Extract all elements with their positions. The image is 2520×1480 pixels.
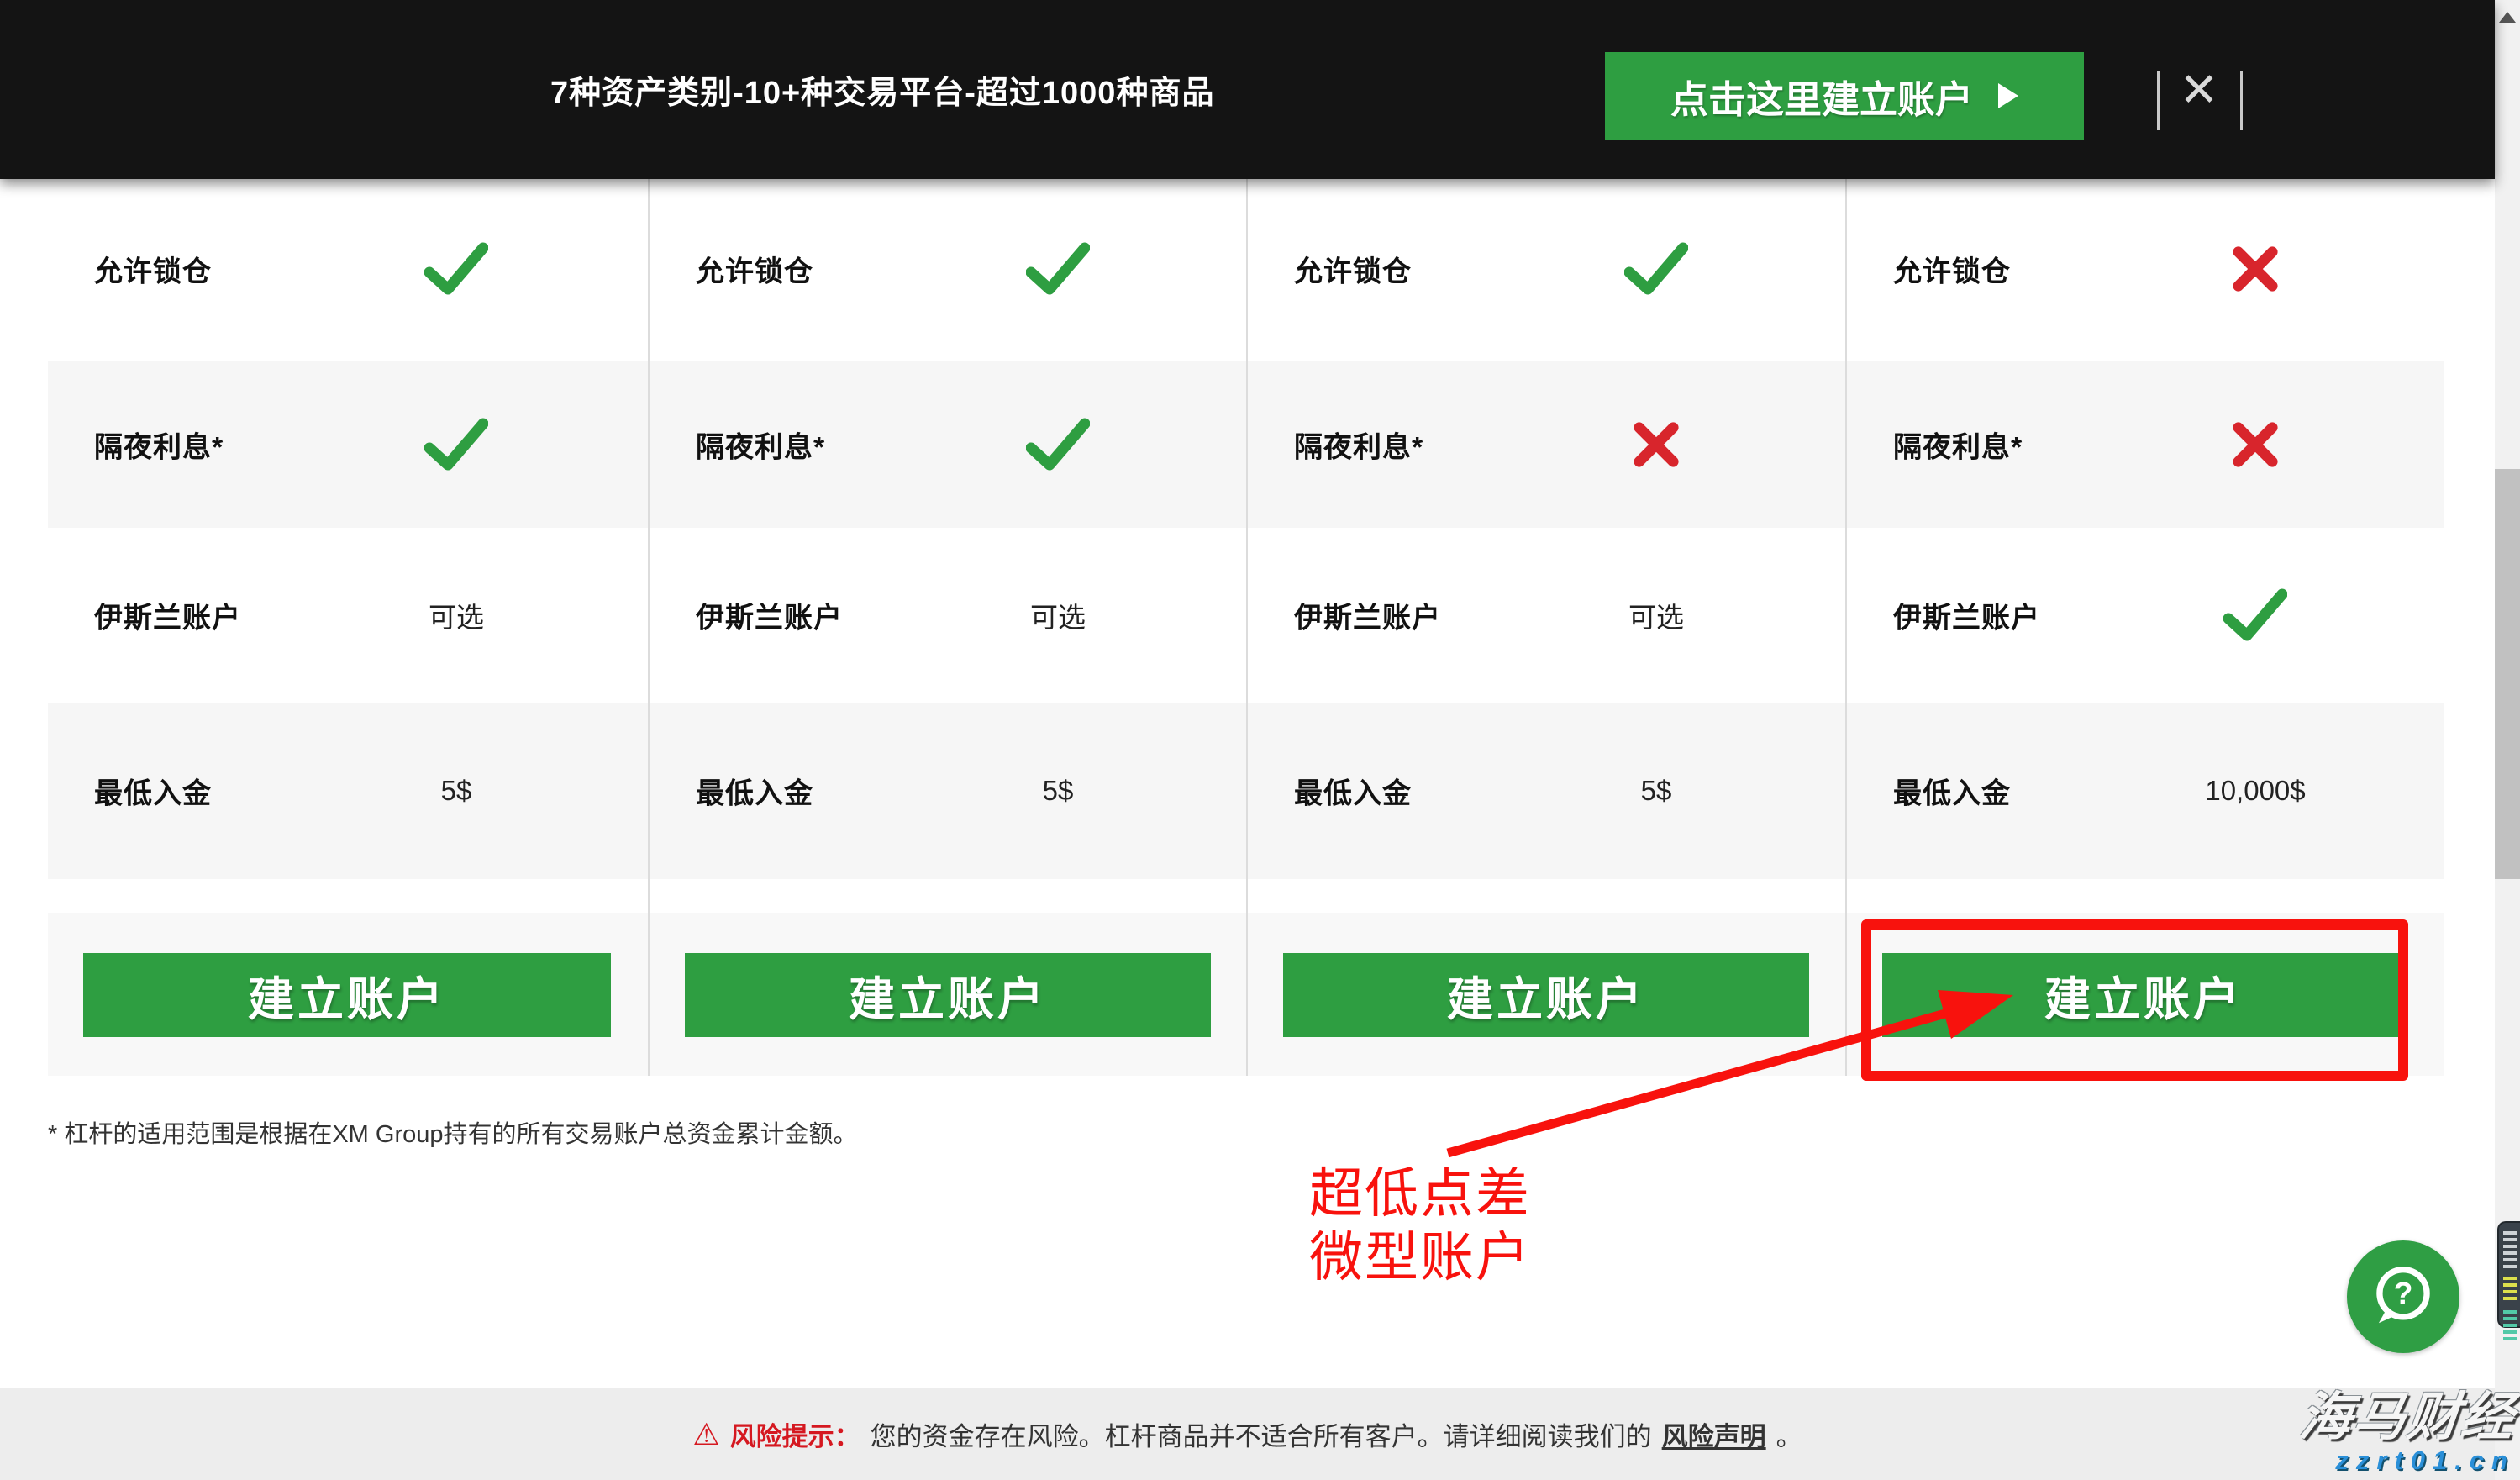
check-icon bbox=[2121, 588, 2390, 642]
check-icon bbox=[322, 418, 591, 471]
create-account-button[interactable]: 建立账户 bbox=[1283, 953, 1809, 1037]
check-icon bbox=[923, 242, 1192, 296]
svg-text:?: ? bbox=[2394, 1275, 2413, 1310]
row-label: 最低入金 bbox=[696, 777, 813, 810]
promo-top-bar: 7种资产类别-10+种交易平台-超过1000种商品 点击这里建立账户 ✕ bbox=[0, 0, 2495, 179]
annotation-text: 超低点差 微型账户 bbox=[1309, 1161, 1531, 1289]
promo-title: 7种资产类别-10+种交易平台-超过1000种商品 bbox=[550, 76, 1215, 111]
annotation-line: 超低点差 bbox=[1309, 1163, 1531, 1224]
cross-icon bbox=[1522, 420, 1791, 469]
cta-label: 点击这里建立账户 bbox=[1670, 77, 1973, 121]
row-value: 5$ bbox=[440, 775, 472, 806]
separator bbox=[2157, 71, 2160, 130]
check-icon bbox=[1522, 242, 1791, 296]
play-arrow-icon bbox=[1998, 83, 2018, 108]
risk-label: 风险提示： bbox=[729, 1422, 860, 1451]
warning-icon: ⚠ bbox=[692, 1416, 720, 1451]
highlight-box bbox=[1861, 919, 2408, 1081]
account-column: 允许锁仓隔夜利息* 伊斯兰账户 可选最低入金 5$ 建立账户 bbox=[48, 179, 648, 1076]
widget-stripes bbox=[2502, 1310, 2517, 1342]
row-value: 可选 bbox=[429, 602, 484, 633]
row-label: 伊斯兰账户 bbox=[696, 602, 843, 635]
close-icon[interactable]: ✕ bbox=[2165, 0, 2233, 179]
annotation-line: 微型账户 bbox=[1309, 1227, 1531, 1288]
risk-text: 您的资金存在风险。杠杆商品并不适合所有客户。请详细阅读我们的 bbox=[870, 1422, 1652, 1451]
scroll-up-button[interactable] bbox=[2499, 12, 2516, 23]
row-label: 最低入金 bbox=[1294, 777, 1412, 810]
check-icon bbox=[923, 418, 1192, 471]
create-account-button[interactable]: 建立账户 bbox=[83, 953, 611, 1037]
separator bbox=[2240, 71, 2243, 130]
widget-stripes bbox=[2502, 1231, 2517, 1268]
check-icon bbox=[322, 242, 591, 296]
risk-statement-link[interactable]: 风险声明 bbox=[1662, 1415, 1766, 1453]
row-value: 10,000$ bbox=[2205, 775, 2306, 806]
row-label: 隔夜利息* bbox=[1294, 431, 1424, 464]
row-label: 隔夜利息* bbox=[94, 431, 224, 464]
side-widget-tab[interactable] bbox=[2497, 1221, 2520, 1342]
row-label: 隔夜利息* bbox=[1893, 431, 2023, 464]
row-label: 伊斯兰账户 bbox=[1294, 602, 1441, 635]
risk-suffix: 。 bbox=[1776, 1422, 1802, 1451]
cross-icon bbox=[2121, 420, 2390, 469]
row-value: 5$ bbox=[1640, 775, 1672, 806]
row-label: 隔夜利息* bbox=[696, 431, 826, 464]
create-account-cta-button[interactable]: 点击这里建立账户 bbox=[1605, 52, 2084, 140]
row-value: 可选 bbox=[1030, 602, 1086, 633]
help-chat-button[interactable]: ? bbox=[2347, 1240, 2459, 1353]
row-label: 最低入金 bbox=[94, 777, 212, 810]
row-value: 可选 bbox=[1628, 602, 1684, 633]
account-column: 允许锁仓隔夜利息* 伊斯兰账户 可选最低入金 5$ 建立账户 bbox=[1248, 179, 1844, 1076]
row-label: 允许锁仓 bbox=[1294, 255, 1412, 288]
cross-icon bbox=[2121, 245, 2390, 293]
row-label: 允许锁仓 bbox=[94, 255, 212, 288]
row-label: 允许锁仓 bbox=[696, 255, 813, 288]
scrollbar-thumb[interactable] bbox=[2495, 469, 2520, 879]
row-label: 伊斯兰账户 bbox=[94, 602, 241, 635]
account-comparison-page: 允许锁仓隔夜利息* 伊斯兰账户 可选最低入金 5$ 建立账户 允许锁仓隔夜利息* 伊斯兰账户… bbox=[0, 0, 2520, 1480]
widget-stripes bbox=[2502, 1277, 2517, 1302]
leverage-footnote: * 杠杆的适用范围是根据在XM Group持有的所有交易账户总资金累计金额。 bbox=[48, 1121, 858, 1148]
row-label: 伊斯兰账户 bbox=[1893, 602, 2040, 635]
row-value: 5$ bbox=[1042, 775, 1074, 806]
row-label: 最低入金 bbox=[1893, 777, 2011, 810]
account-column: 允许锁仓隔夜利息* 伊斯兰账户 可选最低入金 5$ 建立账户 bbox=[650, 179, 1246, 1076]
create-account-button[interactable]: 建立账户 bbox=[685, 953, 1211, 1037]
question-chat-icon: ? bbox=[2376, 1267, 2430, 1324]
row-label: 允许锁仓 bbox=[1893, 255, 2011, 288]
risk-warning-bar: ⚠ 风险提示： 您的资金存在风险。杠杆商品并不适合所有客户。请详细阅读我们的 风险… bbox=[0, 1388, 2495, 1480]
